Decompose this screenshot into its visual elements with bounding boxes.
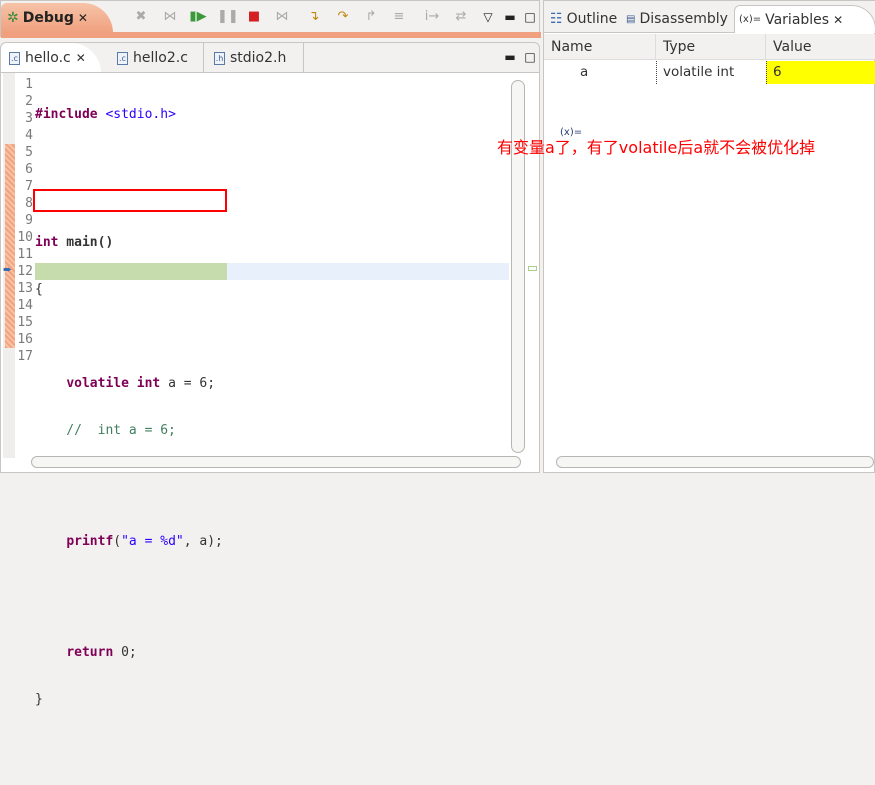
line-number: 3 [25,111,33,126]
annotation-text: 有变量a了，有了volatile后a就不会被优化掉 [497,138,816,157]
variables-panel: ☷ Outline ▤ Disassembly (x)= Variables ✕ Nam… [543,0,875,473]
tab-hello-c[interactable]: .c hello.c ✕ [1,43,101,73]
line-number: 16 [17,332,33,347]
line-number: 11 [17,247,33,262]
tab-outline[interactable]: ☷ Outline [546,5,621,33]
line-numbers: 1 2 3 4 5 6 7 8 9 10 11 12 13 14 15 16 17 [15,76,33,365]
tab-stdio2-h[interactable]: .h stdio2.h [206,43,304,73]
column-value[interactable]: Value [766,34,875,60]
c-file-icon: .c [9,51,20,65]
horizontal-scrollbar[interactable] [556,456,874,468]
line-number: 15 [17,315,33,330]
variable-type: volatile int [656,61,766,84]
close-icon[interactable]: ✕ [833,13,843,27]
table-header: Name Type Value [544,34,875,60]
editor-tabs: .c hello.c ✕ .c hello2.c .h stdio2.h ▬ □ [0,42,540,73]
c-file-icon: .c [117,51,128,65]
terminate-button[interactable]: ■ [245,9,263,25]
line-number: 17 [17,349,33,364]
tab-hello2-c[interactable]: .c hello2.c [109,43,204,73]
table-row[interactable]: (x)= a volatile int 6 [544,61,875,138]
tab-disassembly[interactable]: ▤ Disassembly [622,5,732,33]
active-bar [1,32,541,38]
horizontal-scrollbar[interactable] [31,456,521,468]
maximize-icon[interactable]: □ [521,49,539,65]
line-number: 8 [25,196,33,211]
remove-terminated-icon[interactable]: ✖ [132,9,150,25]
view-tabs: ☷ Outline ▤ Disassembly (x)= Variables ✕ [544,1,875,33]
tab-debug[interactable]: ✲ Debug ✕ [1,3,113,33]
column-type[interactable]: Type [656,34,766,60]
variables-icon: (x)= [739,14,762,25]
line-number: 10 [17,230,33,245]
line-number: 12 [17,264,33,279]
debug-view: ✲ Debug ✕ ✖ ⋈ ▮▶ ❚❚ ■ ⋈ ↴ ↷ ↱ ≡ i→ ⇄ ▽ ▬… [0,0,541,38]
step-filters-icon[interactable]: ⇄ [452,9,470,25]
variable-name: a [580,64,589,80]
disconnect-icon[interactable]: ⋈ [273,9,291,25]
drop-to-frame-icon[interactable]: ≡ [390,9,408,25]
h-file-icon: .h [214,51,225,65]
view-menu-icon[interactable]: ▽ [479,9,497,25]
line-number: 5 [25,145,33,160]
line-number: 9 [25,213,33,228]
line-number: 2 [25,94,33,109]
code-text[interactable]: #include <stdio.h> int main() { volatile… [35,76,509,785]
line-number: 1 [25,77,33,92]
bug-icon: ✲ [7,10,19,26]
resume-button[interactable]: ▮▶ [189,9,207,25]
line-number: 4 [25,128,33,143]
step-into-button[interactable]: ↴ [305,9,323,25]
connect-icon[interactable]: ⋈ [161,9,179,25]
disassembly-icon: ▤ [626,13,636,25]
highlight-box [33,189,227,212]
step-return-button[interactable]: ↱ [362,9,380,25]
code-editor[interactable]: ➨ 1 2 3 4 5 6 7 8 9 10 11 12 13 14 15 16 17 #include <st… [0,72,540,707]
tab-variables[interactable]: (x)= Variables ✕ [734,5,875,33]
close-icon[interactable]: ✕ [76,51,86,65]
line-number: 7 [25,179,33,194]
overview-marker[interactable] [528,266,537,271]
minimize-icon[interactable]: ▬ [501,49,519,65]
step-over-button[interactable]: ↷ [334,9,352,25]
line-number: 6 [25,162,33,177]
line-number: 13 [17,281,33,296]
close-icon[interactable]: ✕ [78,11,88,25]
outline-icon: ☷ [550,11,563,27]
instruction-stepping-icon[interactable]: i→ [423,9,441,25]
suspend-button[interactable]: ❚❚ [217,9,239,25]
change-ruler [5,144,15,348]
line-number: 14 [17,298,33,313]
maximize-icon[interactable]: □ [521,9,539,25]
column-name[interactable]: Name [544,34,656,60]
minimize-icon[interactable]: ▬ [501,9,519,25]
instruction-pointer-icon: ➨ [3,263,13,276]
variable-value: 6 [766,61,875,84]
